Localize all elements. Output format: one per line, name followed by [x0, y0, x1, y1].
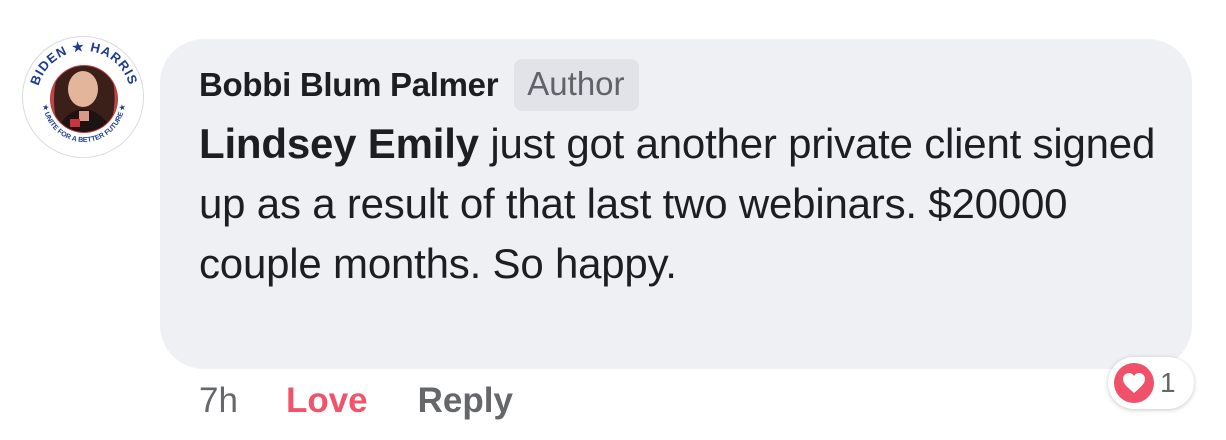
author-name[interactable]: Bobbi Blum Palmer	[199, 66, 499, 104]
timestamp[interactable]: 7h	[199, 381, 238, 421]
reply-button[interactable]: Reply	[418, 381, 513, 421]
mention-link[interactable]: Lindsey Emily	[199, 120, 479, 167]
avatar-frame-icon: BIDEN ★ HARRIS ★ UNITE FOR A BETTER FUTU…	[24, 38, 143, 157]
heart-icon	[1114, 363, 1154, 403]
comment-text: Lindsey Emily just got another private c…	[199, 114, 1179, 294]
comment: BIDEN ★ HARRIS ★ UNITE FOR A BETTER FUTU…	[0, 0, 1226, 440]
love-button[interactable]: Love	[286, 381, 368, 421]
avatar[interactable]: BIDEN ★ HARRIS ★ UNITE FOR A BETTER FUTU…	[22, 36, 144, 158]
reaction-count: 1	[1160, 367, 1176, 398]
comment-actions: 7h Love Reply	[199, 374, 513, 428]
author-badge: Author	[514, 59, 639, 111]
reaction-summary[interactable]: 1	[1108, 357, 1194, 409]
author-row: Bobbi Blum Palmer Author	[199, 58, 639, 112]
